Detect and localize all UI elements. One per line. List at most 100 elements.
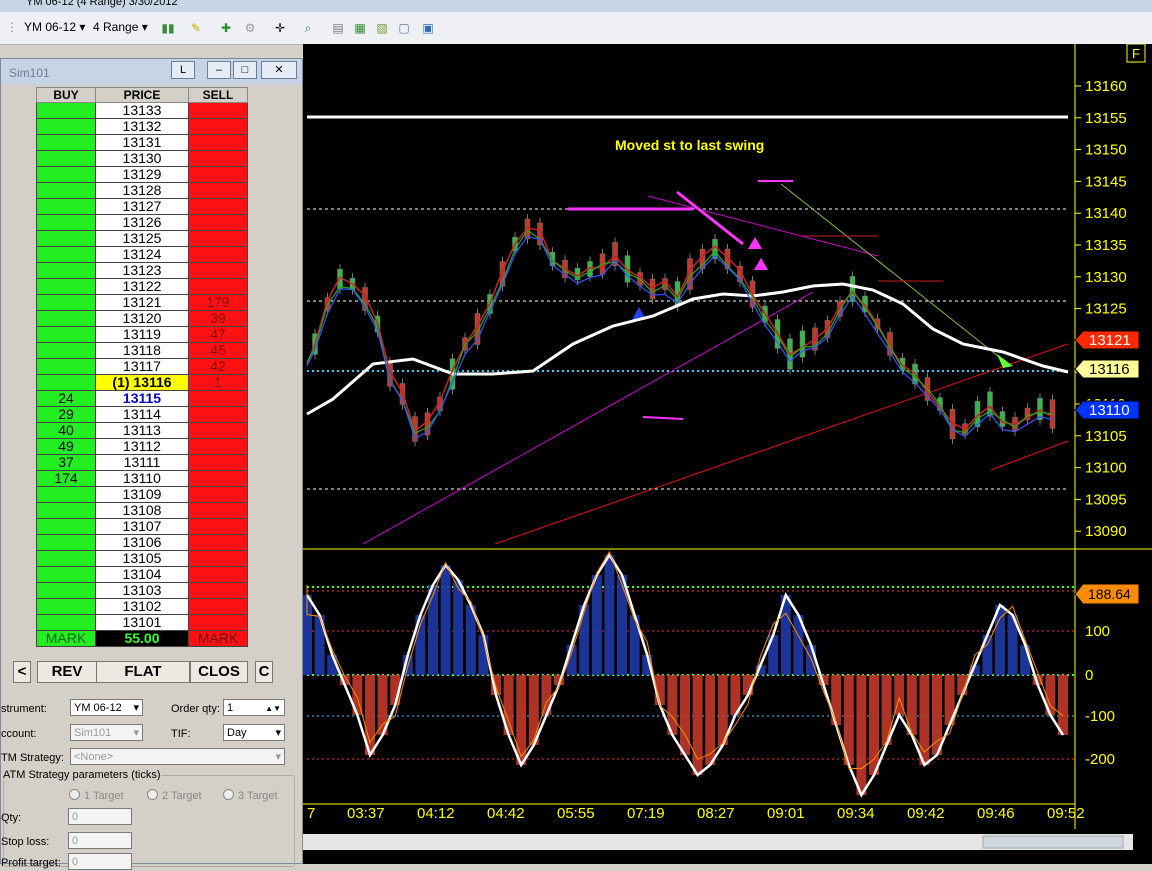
buy-cell[interactable] bbox=[36, 118, 96, 135]
buy-mark[interactable]: MARK bbox=[36, 630, 96, 647]
order-qty-field[interactable]: 1 ▲▼ bbox=[223, 699, 285, 716]
sell-cell[interactable] bbox=[188, 438, 248, 455]
ladder-row[interactable]: 13101 bbox=[36, 614, 248, 631]
reverse-button[interactable]: REV bbox=[37, 661, 97, 683]
sell-cell[interactable] bbox=[188, 230, 248, 247]
tif-field[interactable]: Day ▾ bbox=[223, 724, 285, 741]
buy-cell[interactable] bbox=[36, 534, 96, 551]
zoom-icon[interactable]: ⌕ bbox=[300, 20, 316, 36]
buy-cell[interactable] bbox=[36, 230, 96, 247]
account-field[interactable]: Sim101 ▾ bbox=[70, 724, 143, 741]
link-button[interactable]: L bbox=[171, 61, 195, 79]
sell-cell[interactable]: 39 bbox=[188, 310, 248, 327]
sell-cell[interactable] bbox=[188, 598, 248, 615]
chart-pane[interactable]: 13160 13155 13150 13145 13140 13135 13130 13125… bbox=[303, 44, 1152, 864]
buy-cell[interactable]: 40 bbox=[36, 422, 96, 439]
ladder-row[interactable]: 13118 45 bbox=[36, 342, 248, 359]
ladder-row[interactable]: 13133 bbox=[36, 102, 248, 119]
buy-cell[interactable]: 174 bbox=[36, 470, 96, 487]
buy-cell[interactable] bbox=[36, 342, 96, 359]
ladder-row[interactable]: 49 13112 bbox=[36, 438, 248, 455]
buy-cell[interactable] bbox=[36, 246, 96, 263]
sell-cell[interactable] bbox=[188, 278, 248, 295]
instrument-selector[interactable]: YM 06-12 ▾ bbox=[24, 20, 85, 34]
add-indicator-icon[interactable]: ✚ bbox=[218, 20, 234, 36]
sell-cell[interactable]: 45 bbox=[188, 342, 248, 359]
sell-cell[interactable] bbox=[188, 582, 248, 599]
sell-cell[interactable] bbox=[188, 214, 248, 231]
price-ladder[interactable]: BUY PRICE SELL 13133 13132 13131 13130 13129… bbox=[36, 87, 248, 647]
spinner-icon[interactable]: ▲▼ bbox=[265, 700, 281, 717]
sell-cell[interactable]: 47 bbox=[188, 326, 248, 343]
strategy-icon[interactable]: ⚙ bbox=[242, 20, 258, 36]
buy-cell[interactable] bbox=[36, 294, 96, 311]
ladder-row[interactable]: 13120 39 bbox=[36, 310, 248, 327]
data-box-icon[interactable]: ▦ bbox=[352, 20, 368, 36]
ladder-row[interactable]: 13108 bbox=[36, 502, 248, 519]
sell-cell[interactable]: 1 bbox=[188, 374, 248, 391]
ladder-row[interactable]: 13102 bbox=[36, 598, 248, 615]
ladder-row[interactable]: 13129 bbox=[36, 166, 248, 183]
scroll-left-button[interactable]: < bbox=[13, 661, 31, 683]
sell-cell[interactable] bbox=[188, 198, 248, 215]
ladder-row[interactable]: 13117 42 bbox=[36, 358, 248, 375]
buy-cell[interactable] bbox=[36, 358, 96, 375]
sell-cell[interactable] bbox=[188, 150, 248, 167]
flatten-button[interactable]: FLAT bbox=[96, 661, 190, 683]
buy-cell[interactable] bbox=[36, 566, 96, 583]
ladder-row[interactable]: 13104 bbox=[36, 566, 248, 583]
sell-cell[interactable] bbox=[188, 118, 248, 135]
ladder-row[interactable]: 13119 47 bbox=[36, 326, 248, 343]
ladder-row[interactable]: 13132 bbox=[36, 118, 248, 135]
sell-cell[interactable] bbox=[188, 262, 248, 279]
properties-icon[interactable]: ▤ bbox=[330, 20, 346, 36]
radio-1-target[interactable]: 1 Target bbox=[69, 789, 124, 802]
sell-cell[interactable] bbox=[188, 566, 248, 583]
pencil-icon[interactable]: ✎ bbox=[188, 20, 204, 36]
ladder-row[interactable]: 13130 bbox=[36, 150, 248, 167]
buy-cell[interactable] bbox=[36, 150, 96, 167]
ladder-row[interactable]: 13122 bbox=[36, 278, 248, 295]
close-button[interactable]: ✕ bbox=[261, 61, 297, 79]
profit-target-field[interactable]: 0 bbox=[68, 853, 132, 870]
instrument-field[interactable]: YM 06-12 ▾ bbox=[70, 699, 143, 716]
buy-cell[interactable] bbox=[36, 278, 96, 295]
ladder-row[interactable]: (1) 13116 1 bbox=[36, 374, 248, 391]
sell-cell[interactable] bbox=[188, 102, 248, 119]
chart-trader-icon[interactable]: ▧ bbox=[374, 20, 390, 36]
price-chart[interactable]: 13160 13155 13150 13145 13140 13135 13130 13125… bbox=[303, 44, 1152, 864]
ladder-row[interactable]: 13103 bbox=[36, 582, 248, 599]
sell-mark[interactable]: MARK bbox=[188, 630, 248, 647]
ladder-row[interactable]: 40 13113 bbox=[36, 422, 248, 439]
sell-cell[interactable] bbox=[188, 246, 248, 263]
ladder-row[interactable]: 13123 bbox=[36, 262, 248, 279]
sell-cell[interactable] bbox=[188, 534, 248, 551]
ladder-row[interactable]: 13109 bbox=[36, 486, 248, 503]
sell-cell[interactable] bbox=[188, 406, 248, 423]
stop-loss-field[interactable]: 0 bbox=[68, 832, 132, 849]
sell-cell[interactable]: 179 bbox=[188, 294, 248, 311]
buy-cell[interactable] bbox=[36, 182, 96, 199]
buy-cell[interactable] bbox=[36, 518, 96, 535]
buy-cell[interactable] bbox=[36, 262, 96, 279]
sell-cell[interactable] bbox=[188, 502, 248, 519]
buy-cell[interactable] bbox=[36, 326, 96, 343]
ladder-row[interactable]: 13131 bbox=[36, 134, 248, 151]
sell-cell[interactable] bbox=[188, 422, 248, 439]
ladder-row[interactable]: 13105 bbox=[36, 550, 248, 567]
sell-cell[interactable] bbox=[188, 486, 248, 503]
maximize-button[interactable]: □ bbox=[233, 61, 257, 79]
buy-cell[interactable] bbox=[36, 198, 96, 215]
ladder-row[interactable]: 13106 bbox=[36, 534, 248, 551]
qty-field[interactable]: 0 bbox=[68, 808, 132, 825]
sell-cell[interactable] bbox=[188, 550, 248, 567]
buy-cell[interactable]: 24 bbox=[36, 390, 96, 407]
sell-cell[interactable] bbox=[188, 166, 248, 183]
buy-cell[interactable]: 29 bbox=[36, 406, 96, 423]
buy-cell[interactable]: 37 bbox=[36, 454, 96, 471]
buy-cell[interactable] bbox=[36, 166, 96, 183]
buy-cell[interactable] bbox=[36, 102, 96, 119]
radio-3-target[interactable]: 3 Target bbox=[223, 789, 278, 802]
sell-cell[interactable] bbox=[188, 470, 248, 487]
buy-cell[interactable] bbox=[36, 550, 96, 567]
